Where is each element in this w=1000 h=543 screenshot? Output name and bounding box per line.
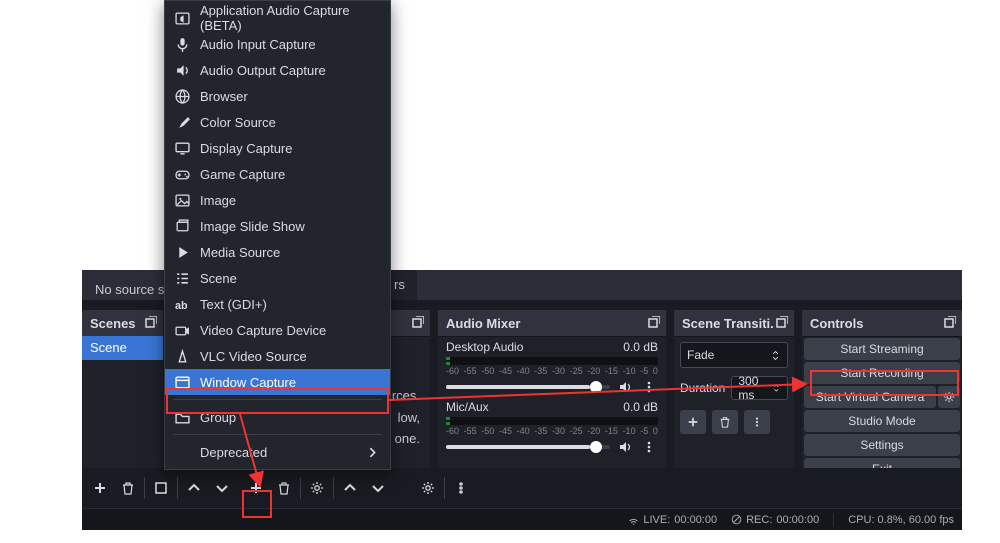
start-recording-button[interactable]: Start Recording: [804, 362, 960, 384]
menu-item-text-gdi[interactable]: Text (GDI+): [165, 291, 390, 317]
volume-slider[interactable]: [446, 445, 610, 449]
channel-db: 0.0 dB: [623, 340, 658, 354]
menu-separator: [173, 434, 382, 435]
scene-item[interactable]: Scene: [82, 336, 163, 360]
scene-toolbar: [86, 473, 236, 503]
mixer-menu-button[interactable]: [447, 473, 475, 503]
remove-transition-button[interactable]: [712, 410, 738, 434]
menu-item-game-capture[interactable]: Game Capture: [165, 161, 390, 187]
dock-header-transitions: Scene Transiti...: [674, 310, 794, 337]
add-scene-button[interactable]: [86, 473, 114, 503]
remove-scene-button[interactable]: [114, 473, 142, 503]
move-source-up-button[interactable]: [336, 473, 364, 503]
mute-button[interactable]: [616, 438, 634, 456]
undock-icon[interactable]: [646, 316, 660, 330]
dock-scenes: Scenes Scene: [82, 310, 163, 468]
move-source-down-button[interactable]: [364, 473, 392, 503]
dock-title: Scene Transiti...: [682, 316, 774, 331]
menu-item-image-slide-show[interactable]: Image Slide Show: [165, 213, 390, 239]
undock-icon[interactable]: [942, 316, 956, 330]
menu-item-media-source[interactable]: Media Source: [165, 239, 390, 265]
start-streaming-button[interactable]: Start Streaming: [804, 338, 960, 360]
scene-filter-button[interactable]: [147, 473, 175, 503]
status-rec: REC:00:00:00: [731, 514, 819, 526]
dock-title: Audio Mixer: [446, 316, 520, 331]
undock-icon[interactable]: [774, 316, 788, 330]
mute-button[interactable]: [616, 378, 634, 396]
add-source-menu: Application Audio Capture (BETA) Audio I…: [164, 0, 391, 470]
dock-header-mixer: Audio Mixer: [438, 310, 666, 337]
dock-transitions: Scene Transiti... Fade Duration 300 ms: [674, 310, 794, 468]
remove-source-button[interactable]: [270, 473, 298, 503]
status-bar: LIVE:00:00:00 REC:00:00:00 CPU: 0.8%, 60…: [82, 508, 962, 530]
bottom-toolbar: [82, 468, 962, 508]
channel-name: Mic/Aux: [446, 400, 489, 414]
menu-item-audio-output[interactable]: Audio Output Capture: [165, 57, 390, 83]
start-virtual-camera-button[interactable]: Start Virtual Camera: [804, 386, 936, 408]
dock-title: Controls: [810, 316, 863, 331]
mixer-channel-desktop: Desktop Audio 0.0 dB -60-55-50-45-40-35-3…: [438, 336, 666, 396]
menu-separator: [173, 399, 382, 400]
move-scene-down-button[interactable]: [208, 473, 236, 503]
advanced-audio-button[interactable]: [414, 473, 442, 503]
menu-item-video-capture[interactable]: Video Capture Device: [165, 317, 390, 343]
duration-spinner[interactable]: 300 ms: [731, 376, 788, 400]
dock-controls: Controls Start Streaming Start Recording…: [802, 310, 962, 468]
channel-db: 0.0 dB: [623, 400, 658, 414]
channel-menu[interactable]: [640, 378, 658, 396]
add-source-button[interactable]: [242, 473, 270, 503]
source-toolbar: [242, 473, 392, 503]
virtual-camera-settings-button[interactable]: [938, 386, 960, 408]
menu-item-browser[interactable]: Browser: [165, 83, 390, 109]
db-ticks: -60-55-50-45-40-35-30-25-20-15-10-50: [446, 366, 658, 376]
mixer-channel-mic: Mic/Aux 0.0 dB -60-55-50-45-40-35-30-25-2…: [438, 396, 666, 456]
menu-item-group[interactable]: Group: [165, 404, 390, 430]
undock-icon[interactable]: [410, 316, 424, 330]
db-ticks: -60-55-50-45-40-35-30-25-20-15-10-50: [446, 426, 658, 436]
studio-mode-button[interactable]: Studio Mode: [804, 410, 960, 432]
undock-icon[interactable]: [143, 316, 157, 330]
level-meter: [446, 417, 658, 425]
status-cpu: CPU: 0.8%, 60.00 fps: [848, 514, 954, 526]
channel-name: Desktop Audio: [446, 340, 523, 354]
move-scene-up-button[interactable]: [180, 473, 208, 503]
level-meter: [446, 357, 658, 365]
source-properties-button[interactable]: [303, 473, 331, 503]
duration-label: Duration: [680, 381, 725, 395]
no-source-hint: No source sel: [95, 282, 174, 297]
menu-item-window-capture[interactable]: Window Capture: [165, 369, 390, 395]
menu-item-audio-input[interactable]: Audio Input Capture: [165, 31, 390, 57]
transition-properties-button[interactable]: [744, 410, 770, 434]
volume-slider[interactable]: [446, 385, 610, 389]
add-transition-button[interactable]: [680, 410, 706, 434]
dock-title: Scenes: [90, 316, 136, 331]
menu-item-scene[interactable]: Scene: [165, 265, 390, 291]
transition-select[interactable]: Fade: [680, 342, 788, 368]
dock-header-controls: Controls: [802, 310, 962, 337]
menu-item-color-source[interactable]: Color Source: [165, 109, 390, 135]
menu-item-vlc-source[interactable]: VLC Video Source: [165, 343, 390, 369]
channel-menu[interactable]: [640, 438, 658, 456]
dock-audio-mixer: Audio Mixer Desktop Audio 0.0 dB -60-55-5…: [438, 310, 666, 468]
menu-item-display-capture[interactable]: Display Capture: [165, 135, 390, 161]
menu-item-image[interactable]: Image: [165, 187, 390, 213]
status-live: LIVE:00:00:00: [628, 514, 717, 526]
settings-button[interactable]: Settings: [804, 434, 960, 456]
dock-header-scenes: Scenes: [82, 310, 163, 337]
mixer-toolbar: [414, 473, 475, 503]
submenu-arrow-icon: [365, 445, 380, 460]
menu-item-deprecated[interactable]: Deprecated: [165, 439, 390, 465]
menu-item-app-audio[interactable]: Application Audio Capture (BETA): [165, 5, 390, 31]
